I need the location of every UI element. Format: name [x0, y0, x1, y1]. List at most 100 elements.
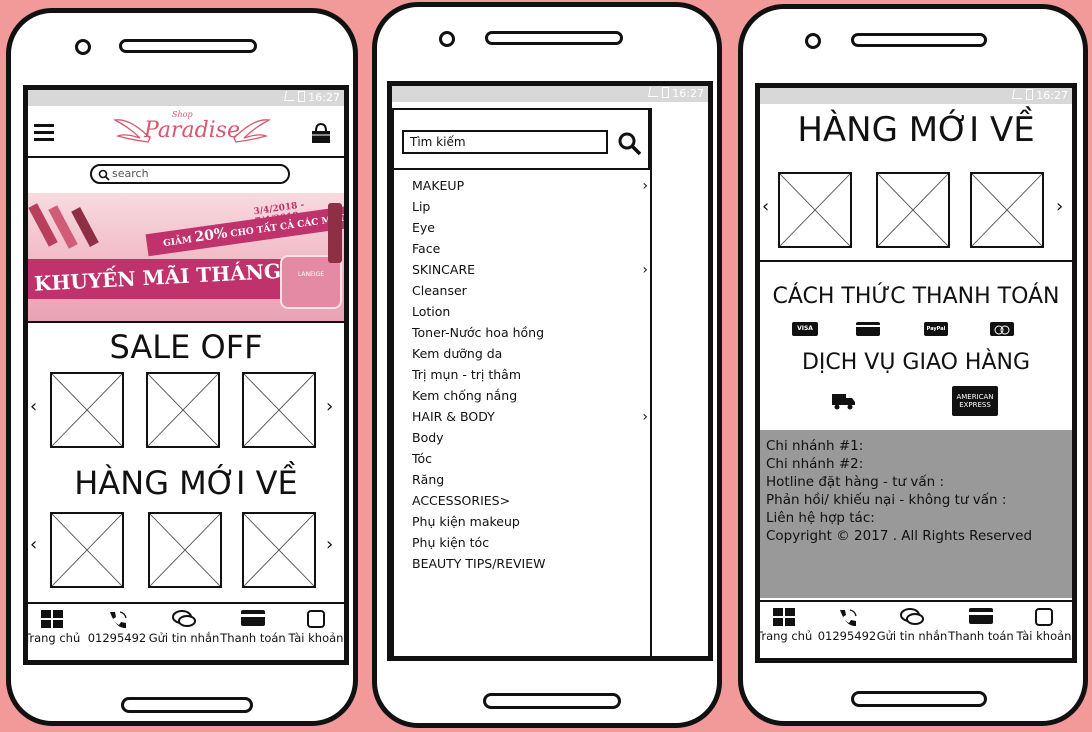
banner-bottle [328, 203, 342, 263]
amex-card-icon: AMERICAN EXPRESS [952, 386, 998, 416]
drawer-search-area: Tìm kiếm [394, 108, 650, 170]
menu-item[interactable]: Eye [412, 220, 650, 235]
menu-item[interactable]: Lotion [412, 304, 650, 319]
footer-copyright: Copyright © 2017 . All Rights Reserved [766, 528, 1033, 544]
home-button[interactable] [121, 697, 253, 713]
sale-product-2[interactable] [146, 372, 220, 448]
camera-icon [439, 31, 455, 47]
speaker-grille [119, 39, 257, 53]
card-icon [969, 608, 993, 624]
new-product-1[interactable] [50, 512, 124, 588]
speaker-grille [851, 33, 987, 47]
payment-title: CÁCH THỨC THANH TOÁN [772, 284, 1060, 309]
menu-item[interactable]: ACCESSORIES> [412, 493, 650, 508]
menu-item-label: Body [412, 430, 444, 445]
menu-item-label: Eye [412, 220, 435, 235]
nav-home-label: Trang chủ [24, 631, 81, 645]
drawer-search-input[interactable]: Tìm kiếm [402, 130, 608, 154]
menu-item[interactable]: HAIR & BODY › [412, 409, 650, 425]
new-product-2[interactable] [148, 512, 222, 588]
menu-item-label: Tóc [412, 451, 433, 466]
nav-message-label: Gửi tin nhắn [148, 631, 220, 645]
menu-item[interactable]: Phụ kiện tóc [412, 535, 650, 550]
sale-product-3[interactable] [242, 372, 316, 448]
home-button[interactable] [851, 691, 987, 707]
menu-item[interactable]: SKINCARE › [412, 262, 650, 278]
truck-icon [832, 394, 855, 410]
phone-frame-menu: 16:27 Tìm kiếm MAKEUP › Lip Eye Face SKINCARE… [372, 2, 722, 728]
mastercard-icon [990, 322, 1014, 336]
nav-phone-label: 01295492 [817, 629, 877, 643]
new-product-1[interactable] [778, 172, 852, 248]
new-product-3[interactable] [242, 512, 316, 588]
section-divider [760, 260, 1072, 262]
logo[interactable]: Shop Paradise [110, 108, 274, 156]
phone-frame-home: 16:27 Shop Paradise search 3/4/2018 - 7/… [6, 8, 358, 726]
nav-home[interactable]: Trang chủ [760, 608, 812, 643]
new-prev-arrow[interactable]: ‹ [762, 196, 769, 217]
promo-banner[interactable]: 3/4/2018 - 7/4/2018 GIẢM 20% CHO TẤT CẢ … [28, 193, 344, 321]
sale-next-arrow[interactable]: › [326, 396, 333, 417]
account-icon [1035, 608, 1053, 626]
new-next-arrow[interactable]: › [1056, 196, 1063, 217]
chevron-right-icon: › [642, 262, 648, 278]
nav-payment-label: Thanh toán [948, 629, 1014, 643]
menu-item[interactable]: Toner-Nước hoa hồng [412, 325, 650, 340]
new-arrivals-title: HÀNG MỚI VỀ [74, 464, 298, 502]
menu-item-label: MAKEUP [412, 178, 465, 193]
status-time: 16:27 [672, 87, 704, 100]
menu-item[interactable]: Trị mụn - trị thâm [412, 367, 650, 382]
footer-info: Chi nhánh #1: Chi nhánh #2: Hotline đặt … [760, 430, 1072, 598]
menu-item[interactable]: Body [412, 430, 650, 445]
nav-payment-label: Thanh toán [220, 631, 286, 645]
menu-item[interactable]: BEAUTY TIPS/REVIEW [412, 556, 650, 571]
nav-payment[interactable]: Thanh toán [948, 608, 1014, 643]
menu-item-label: Kem chống nắng [412, 388, 518, 403]
search-placeholder: search [112, 167, 149, 180]
logo-text: Paradise [144, 118, 240, 143]
nav-payment[interactable]: Thanh toán [220, 610, 286, 645]
menu-item-label: Răng [412, 472, 445, 487]
menu-item[interactable]: Răng [412, 472, 650, 487]
banner-lipsticks [28, 197, 112, 257]
nav-account[interactable]: Tài khoản [1014, 608, 1072, 643]
menu-item[interactable]: Lip [412, 199, 650, 214]
menu-item[interactable]: Face [412, 241, 650, 256]
info-screen: 16:27 HÀNG MỚI VỀ ‹ › CÁCH THỨC THANH TO… [755, 83, 1077, 663]
menu-item[interactable]: MAKEUP › [412, 178, 650, 194]
menu-item[interactable]: Phụ kiện makeup [412, 514, 650, 529]
menu-item-label: Kem dưỡng da [412, 346, 503, 361]
menu-item[interactable]: Kem chống nắng [412, 388, 650, 403]
home-button[interactable] [483, 693, 621, 709]
menu-list: MAKEUP › Lip Eye Face SKINCARE › Cleanser Lotion… [394, 170, 650, 656]
menu-item[interactable]: Cleanser [412, 283, 650, 298]
search-input[interactable]: search [90, 164, 290, 184]
nav-message-label: Gửi tin nhắn [876, 629, 948, 643]
nav-phone[interactable]: 01295492 [86, 610, 148, 645]
menu-item[interactable]: Tóc [412, 451, 650, 466]
nav-message[interactable]: Gửi tin nhắn [876, 608, 948, 643]
nav-message[interactable]: Gửi tin nhắn [148, 610, 220, 645]
visa-card-icon: VISA [792, 322, 818, 336]
sale-product-1[interactable] [50, 372, 124, 448]
footer-branch-1: Chi nhánh #1: [766, 438, 864, 454]
menu-item-label: SKINCARE [412, 262, 476, 277]
card-icon [241, 610, 265, 626]
new-product-2[interactable] [876, 172, 950, 248]
chevron-right-icon: › [642, 178, 648, 194]
drawer-search-placeholder: Tìm kiếm [410, 135, 466, 149]
hamburger-menu-icon[interactable] [34, 124, 54, 141]
speaker-grille [485, 31, 623, 45]
shopping-bag-icon[interactable] [310, 122, 332, 144]
search-icon[interactable] [618, 132, 642, 156]
nav-phone[interactable]: 01295492 [816, 608, 878, 643]
new-next-arrow[interactable]: › [326, 534, 333, 555]
sale-prev-arrow[interactable]: ‹ [30, 396, 37, 417]
menu-item[interactable]: Kem dưỡng da [412, 346, 650, 361]
bottom-nav: Trang chủ 01295492 Gửi tin nhắn Thanh to… [760, 600, 1072, 658]
nav-account[interactable]: Tài khoản [286, 610, 344, 645]
nav-home[interactable]: Trang chủ [24, 610, 81, 645]
new-prev-arrow[interactable]: ‹ [30, 534, 37, 555]
home-screen: 16:27 Shop Paradise search 3/4/2018 - 7/… [23, 85, 349, 665]
new-product-3[interactable] [970, 172, 1044, 248]
